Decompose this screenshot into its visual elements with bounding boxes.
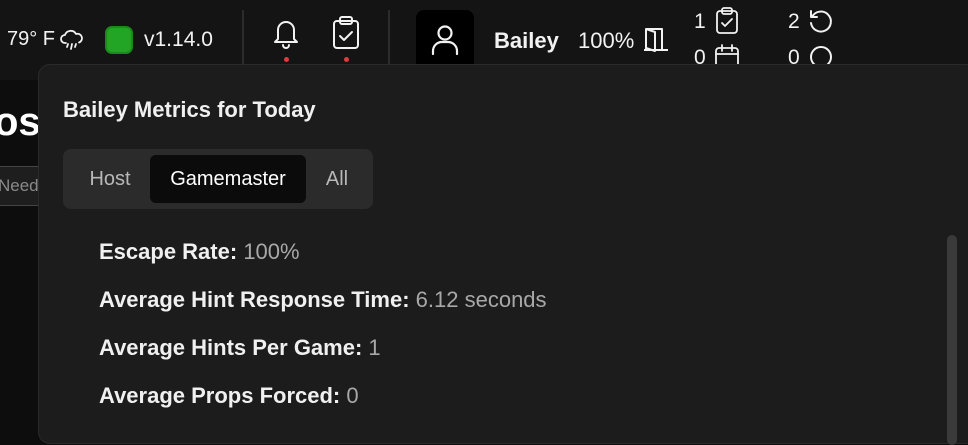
task-badge: [344, 57, 349, 62]
reset-count: 2: [788, 10, 800, 33]
checklist-count: 1: [694, 10, 706, 33]
user-icon: [430, 24, 460, 56]
divider: [242, 10, 244, 64]
metrics-popover: Bailey Metrics for Today Host Gamemaster…: [38, 64, 968, 445]
tab-all[interactable]: All: [309, 155, 365, 203]
notification-badge: [284, 57, 289, 62]
metric-label: Escape Rate:: [99, 239, 238, 264]
metric-label: Average Hints Per Game:: [99, 335, 363, 360]
connection-status-indicator: [105, 26, 133, 54]
bell-icon[interactable]: [270, 16, 302, 50]
app-version: v1.14.0: [144, 28, 213, 51]
metric-value: 1: [368, 335, 381, 360]
tab-gamemaster[interactable]: Gamemaster: [150, 155, 306, 203]
rotate-ccw-icon: [808, 8, 834, 34]
user-avatar-button[interactable]: [416, 10, 474, 70]
divider: [388, 10, 390, 64]
clipboard-check-icon: [714, 7, 740, 35]
metric-label: Average Hint Response Time:: [99, 287, 410, 312]
username: Bailey: [494, 28, 559, 53]
metric-average-hint-response-time: Average Hint Response Time: 6.12 seconds: [99, 287, 547, 313]
metric-label: Average Props Forced:: [99, 383, 341, 408]
clipboard-check-icon[interactable]: [330, 15, 362, 51]
metric-value: 0: [346, 383, 359, 408]
metric-value: 6.12 seconds: [415, 287, 547, 312]
metrics-tab-group: Host Gamemaster All: [63, 149, 373, 209]
panel-title: Bailey Metrics for Today: [63, 97, 316, 122]
escape-percent: 100%: [578, 28, 635, 53]
metric-average-props-forced: Average Props Forced: 0: [99, 383, 359, 409]
door-icon: [642, 26, 670, 52]
metric-average-hints-per-game: Average Hints Per Game: 1: [99, 335, 381, 361]
weather-temperature: 79° F: [7, 28, 56, 50]
metric-value: 100%: [243, 239, 300, 264]
tab-host[interactable]: Host: [73, 155, 147, 203]
panel-scrollbar[interactable]: [947, 235, 957, 445]
cloud-drizzle-icon: [60, 29, 84, 51]
metric-escape-rate: Escape Rate: 100%: [99, 239, 300, 265]
background-input-text: Need: [0, 176, 39, 195]
